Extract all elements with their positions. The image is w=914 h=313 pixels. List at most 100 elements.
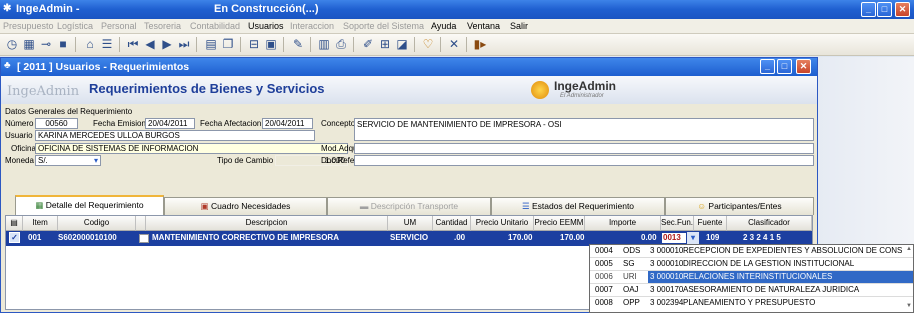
col-cantidad[interactable]: Cantidad xyxy=(433,216,471,231)
scroll-down-icon[interactable]: ▼ xyxy=(906,303,912,309)
fecha-emision-field[interactable]: 20/04/2011 xyxy=(145,118,195,129)
chart-icon[interactable]: ◪ xyxy=(394,37,410,52)
tab-participantes[interactable]: ☺ Participantes/Entes xyxy=(665,197,814,215)
moneda-select[interactable]: S/. ▾ xyxy=(35,155,101,166)
calendar-icon[interactable]: ▦ xyxy=(21,37,37,52)
col-codigo[interactable]: Codigo xyxy=(58,216,136,231)
menu-interaccion[interactable]: Interaccion xyxy=(290,21,334,31)
menu-bar: Presupuesto Logística Personal Tesoreria… xyxy=(0,19,914,34)
dropdown-option[interactable]: 0008 OPP 3 002394 PLANEAMIENTO Y PRESUPUEST… xyxy=(590,297,913,310)
col-um[interactable]: UM xyxy=(388,216,433,231)
usuario-label: Usuario xyxy=(5,131,33,140)
menu-tesoreria[interactable]: Tesoreria xyxy=(144,21,181,31)
fecha-afectacion-field[interactable]: 20/04/2011 xyxy=(262,118,313,129)
oficina-field[interactable]: OFICINA DE SISTEMAS DE INFORMACION xyxy=(35,143,348,154)
key-icon[interactable]: ⊸ xyxy=(38,37,54,52)
row-flag-icon[interactable] xyxy=(139,234,149,243)
cell-descripcion: MANTENIMIENTO CORRECTIVO DE IMPRESORA xyxy=(152,233,339,242)
child-minimize-button[interactable]: _ xyxy=(760,59,775,74)
cell-importe: 0.00 xyxy=(641,233,657,242)
pencil-icon[interactable]: ✐ xyxy=(360,37,376,52)
tab-label: Detalle del Requerimiento xyxy=(45,200,144,210)
grid-icon[interactable]: ⊞ xyxy=(377,37,393,52)
checkbox-icon[interactable]: ✓ xyxy=(9,232,20,243)
list-icon[interactable]: ☰ xyxy=(99,37,115,52)
minimize-button[interactable]: _ xyxy=(861,2,876,17)
last-record-icon[interactable]: ⏭ xyxy=(176,37,192,52)
maximize-button[interactable]: □ xyxy=(877,2,892,17)
chevron-down-icon: ▾ xyxy=(93,156,98,165)
usuario-field[interactable]: KARINA MERCEDES ULLOA BURGOS xyxy=(35,130,315,141)
tab-cuadro-necesidades[interactable]: ▣ Cuadro Necesidades xyxy=(164,197,327,215)
tab-label: Participantes/Entes xyxy=(708,201,782,211)
exit-icon[interactable]: ▮▸ xyxy=(472,37,488,52)
print-icon[interactable]: ⎙ xyxy=(333,37,349,52)
numero-field[interactable]: 00560 xyxy=(35,118,78,129)
scroll-up-icon[interactable]: ▲ xyxy=(906,246,912,252)
child-maximize-button[interactable]: □ xyxy=(777,59,792,74)
tab-estados[interactable]: ☰ Estados del Requerimiento xyxy=(491,197,665,215)
menu-presupuesto[interactable]: Presupuesto xyxy=(3,21,54,31)
child-close-button[interactable]: ✕ xyxy=(796,59,811,74)
cell-clasificador: 2 3 2 4 1 5 xyxy=(743,233,781,242)
col-importe[interactable]: Importe xyxy=(585,216,661,231)
clock-icon[interactable]: ◷ xyxy=(4,37,20,52)
cell-precio-unitario: 170.00 xyxy=(508,233,533,242)
col-fuente[interactable]: Fuente xyxy=(694,216,727,231)
grid-corner-icon[interactable]: ▤ xyxy=(6,216,23,231)
sec-fun-combo[interactable]: 0013 xyxy=(661,232,687,244)
chevron-down-icon[interactable]: ▾ xyxy=(687,232,699,244)
moneda-label: Moneda xyxy=(5,156,34,165)
tab-detalle[interactable]: ▦ Detalle del Requerimiento xyxy=(15,195,164,215)
numero-label: Número xyxy=(5,119,34,128)
concepto-field[interactable]: SERVICIO DE MANTENIMIENTO DE IMPRESORA -… xyxy=(354,118,814,141)
col-descripcion[interactable]: Descripcion xyxy=(146,216,388,231)
col-item[interactable]: Item xyxy=(23,216,58,231)
tab-label: Descripción Transporte xyxy=(370,201,459,211)
dropdown-option[interactable]: 0007 OAJ 3 000170 ASESORAMIENTO DE NATURALE… xyxy=(590,284,913,297)
menu-personal[interactable]: Personal xyxy=(101,21,137,31)
table-icon: ▣ xyxy=(200,201,209,211)
window-icon: ♣ xyxy=(4,60,11,71)
document-icon[interactable]: ▤ xyxy=(203,37,219,52)
col-precio-eemm[interactable]: Precio EEMM xyxy=(534,216,585,231)
truck-icon: ▬ xyxy=(359,201,369,211)
logo-subtitle: El Administrador xyxy=(560,93,604,99)
prev-record-icon[interactable]: ◀ xyxy=(142,37,158,52)
preview-icon[interactable]: ▥ xyxy=(316,37,332,52)
menu-soporte[interactable]: Soporte del Sistema xyxy=(343,21,424,31)
edit-icon[interactable]: ✎ xyxy=(290,37,306,52)
next-record-icon[interactable]: ▶ xyxy=(159,37,175,52)
window-icon[interactable]: ■ xyxy=(55,37,71,52)
close-button[interactable]: ✕ xyxy=(895,2,910,17)
section-label: Datos Generales del Requerimiento xyxy=(5,107,133,116)
mod-adqui-field[interactable] xyxy=(354,143,814,154)
cancel-icon[interactable]: ✕ xyxy=(446,37,462,52)
col-clasificador[interactable]: Clasificador xyxy=(727,216,812,231)
dropdown-option-selected[interactable]: 0006 URI 3 000010 RELACIONES INTERINSTITUC… xyxy=(590,271,913,284)
cell-cantidad: .00 xyxy=(454,233,466,242)
app-status: En Construcción(...) xyxy=(214,3,319,15)
col-precio-unitario[interactable]: Precio Unitario xyxy=(471,216,534,231)
menu-salir[interactable]: Salir xyxy=(510,21,528,31)
dropdown-option[interactable]: 0004 ODS 3 000010 RECEPCION DE EXPEDIENTES … xyxy=(590,245,913,258)
copy-icon[interactable]: ❐ xyxy=(220,37,236,52)
new-record-icon[interactable]: ⊟ xyxy=(246,37,262,52)
filter-icon[interactable]: ♡ xyxy=(420,37,436,52)
menu-usuarios[interactable]: Usuarios xyxy=(248,21,284,31)
doc-refer-field[interactable] xyxy=(354,155,814,166)
page-heading: Requerimientos de Bienes y Servicios xyxy=(89,81,325,96)
col-flag xyxy=(136,216,146,231)
menu-logistica[interactable]: Logística xyxy=(57,21,93,31)
dropdown-option[interactable]: 0005 SG 3 000010 DIRECCION DE LA GESTION IN… xyxy=(590,258,913,271)
menu-contabilidad[interactable]: Contabilidad xyxy=(190,21,240,31)
tab-descripcion-transporte[interactable]: ▬ Descripción Transporte xyxy=(327,197,491,215)
menu-ventana[interactable]: Ventana xyxy=(467,21,500,31)
save-icon[interactable]: ▣ xyxy=(263,37,279,52)
col-sec-fun[interactable]: Sec.Fun. xyxy=(661,216,694,231)
bank-icon[interactable]: ⌂ xyxy=(82,37,98,52)
cell-um: SERVICIO xyxy=(390,233,429,242)
menu-ayuda[interactable]: Ayuda xyxy=(431,21,456,31)
first-record-icon[interactable]: ⏮ xyxy=(125,37,141,52)
cell-fuente: 109 xyxy=(706,233,720,242)
